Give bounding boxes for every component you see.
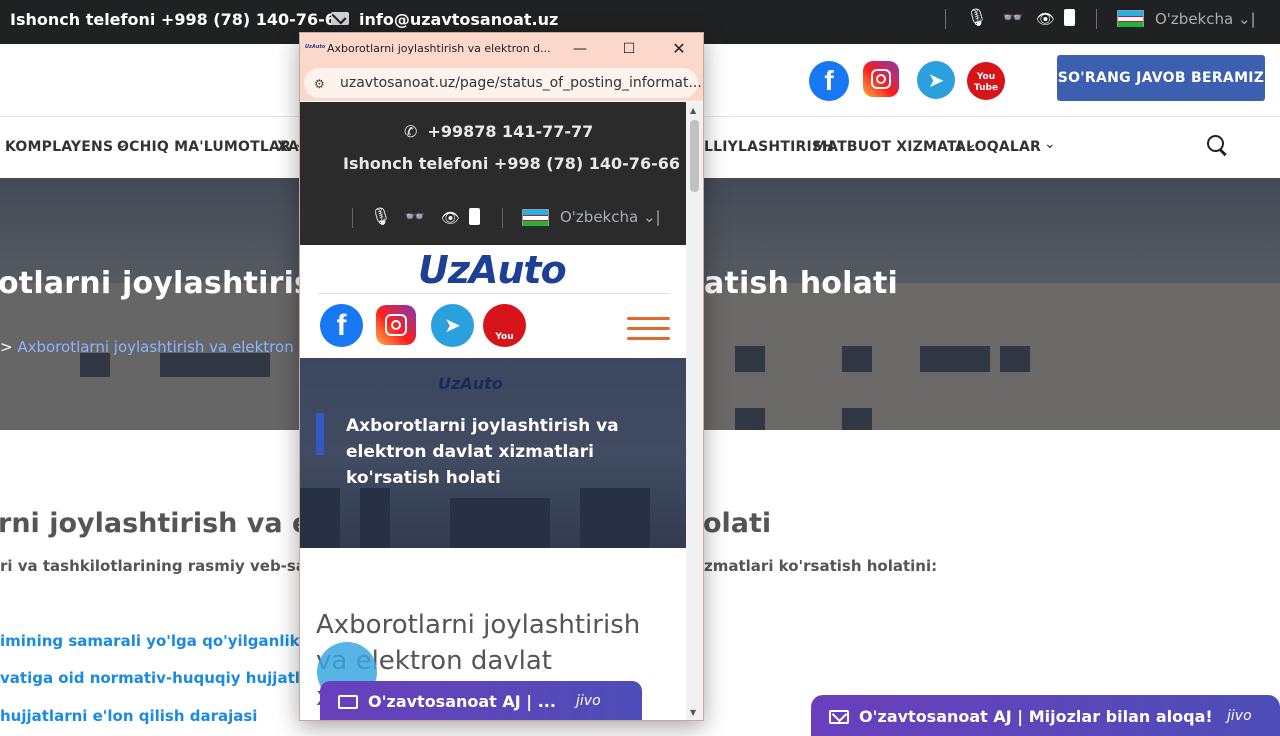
divider — [945, 9, 946, 29]
nav-item-aloqalar[interactable]: ALOQALAR — [955, 139, 1056, 155]
content-subtitle-right: zmatlari ko'rsatish holatini: — [704, 557, 938, 575]
mobile-icon[interactable] — [1064, 9, 1075, 26]
site-favicon: UzAuto — [305, 44, 326, 50]
window-title: Axborotlarni joylashtirish va elektron d… — [327, 42, 551, 55]
mobile-hero-title: Axborotlarni joylashtirish va elektron d… — [346, 416, 619, 488]
scrollbar-thumb[interactable] — [690, 120, 699, 192]
uzauto-logo[interactable]: UzAuto — [418, 248, 567, 292]
telegram-icon[interactable]: ➤ — [917, 61, 955, 99]
search-icon[interactable] — [1207, 135, 1229, 157]
facebook-icon[interactable]: f — [809, 61, 849, 101]
chat-widget[interactable]: O'zavtosanoat AJ | Mijozlar bilan aloqa!… — [811, 695, 1280, 736]
phone-icon: ✆ — [404, 122, 418, 141]
mail-icon — [331, 12, 349, 25]
minimize-button[interactable]: — — [565, 37, 595, 61]
telegram-icon[interactable]: ➤ — [431, 304, 474, 347]
scrollbar[interactable]: ▲ ▼ — [686, 102, 703, 720]
site-settings-icon[interactable]: ⚙ — [314, 77, 325, 91]
instagram-icon[interactable] — [376, 305, 416, 345]
eye-icon[interactable]: 👁 — [1036, 10, 1055, 28]
mobile-chat-widget[interactable]: O'zavtosanoat AJ | ... jivo — [320, 681, 642, 720]
content-link[interactable]: hujjatlarni e'lon qilish darajasi — [0, 707, 257, 725]
instagram-icon[interactable] — [863, 61, 899, 97]
mobile-chat-widget-label: O'zavtosanoat AJ | ... — [368, 692, 556, 711]
maximize-button[interactable]: ☐ — [614, 37, 644, 61]
hamburger-menu-icon[interactable] — [627, 317, 670, 341]
scroll-up-arrow-icon[interactable]: ▲ — [690, 106, 696, 115]
language-select[interactable]: O'zbekcha ⌄| — [1155, 10, 1256, 28]
email-link[interactable]: info@uzavtosanoat.uz — [359, 10, 558, 29]
jivo-logo: jivo — [576, 693, 601, 709]
eye-icon[interactable]: 👁 — [441, 209, 460, 227]
nav-item-komplayens[interactable]: KOMPLAYENS — [5, 139, 128, 155]
content-link[interactable]: imining samarali yo'lga qo'yilganlik dar — [0, 632, 333, 650]
scroll-down-arrow-icon[interactable]: ▼ — [690, 708, 696, 717]
divider — [1096, 9, 1097, 29]
envelope-icon — [338, 695, 358, 709]
divider — [502, 208, 503, 228]
chat-widget-label: O'zavtosanoat AJ | Mijozlar bilan aloqa! — [859, 707, 1213, 726]
mobile-header: UzAuto f ➤ YouTube — [300, 245, 686, 385]
language-select[interactable]: O'zbekcha ⌄| — [560, 208, 661, 226]
nav-item-matbuot-xizmati[interactable]: MATBUOT XIZMATI — [813, 139, 977, 155]
hero-title-right: atish holati — [704, 266, 899, 301]
url-text[interactable]: uzavtosanoat.uz/page/status_of_posting_i… — [340, 75, 702, 91]
mobile-phone[interactable]: ✆ +99878 141-77-77 — [404, 122, 593, 141]
divider — [352, 208, 353, 228]
content-heading-right: olati — [703, 508, 772, 539]
close-button[interactable]: ✕ — [664, 37, 694, 61]
divider — [318, 293, 670, 294]
glasses-icon[interactable]: 👓 — [1002, 8, 1023, 28]
mobile-icon[interactable] — [469, 208, 480, 225]
mobile-hero: UzAuto Axborotlarni joylashtirish va ele… — [300, 358, 686, 548]
microphone-icon[interactable]: 🎙 — [370, 207, 392, 227]
youtube-icon[interactable]: YouTube — [483, 304, 526, 385]
youtube-icon[interactable]: YouTube — [967, 62, 1005, 100]
mobile-topbar: ✆ +99878 141-77-77 Ishonch telefoni +998 … — [300, 102, 686, 245]
content-subtitle-left: ri va tashkilotlarining rasmiy veb-saytl… — [0, 557, 338, 575]
mobile-viewport: ✆ +99878 141-77-77 Ishonch telefoni +998 … — [300, 102, 686, 720]
address-bar: ⚙ uzavtosanoat.uz/page/status_of_posting… — [300, 65, 703, 101]
envelope-icon — [829, 710, 849, 724]
ask-question-button[interactable]: SO'RANG JAVOB BERAMIZ — [1057, 55, 1265, 101]
jivo-logo: jivo — [1227, 708, 1252, 724]
window-titlebar[interactable]: UzAuto Axborotlarni joylashtirish va ele… — [300, 33, 703, 65]
hotline-phone[interactable]: Ishonch telefoni +998 (78) 140-76-66 — [10, 10, 347, 29]
accent-bar — [316, 413, 324, 455]
url-field[interactable]: ⚙ uzavtosanoat.uz/page/status_of_posting… — [304, 68, 702, 98]
microphone-icon[interactable]: 🎙 — [966, 8, 988, 28]
uzbek-flag-icon — [1117, 10, 1144, 27]
content-link[interactable]: vatiga oid normativ-huquqiy hujjatlarni — [0, 669, 333, 687]
uzbek-flag-icon — [522, 209, 549, 226]
facebook-icon[interactable]: f — [320, 304, 363, 347]
mobile-hotline[interactable]: Ishonch telefoni +998 (78) 140-76-66 — [343, 154, 680, 173]
breadcrumb[interactable]: > Axborotlarni joylashtirish va elektron… — [0, 338, 326, 356]
glasses-icon[interactable]: 👓 — [404, 207, 425, 227]
popup-browser-window[interactable]: UzAuto Axborotlarni joylashtirish va ele… — [299, 32, 704, 721]
